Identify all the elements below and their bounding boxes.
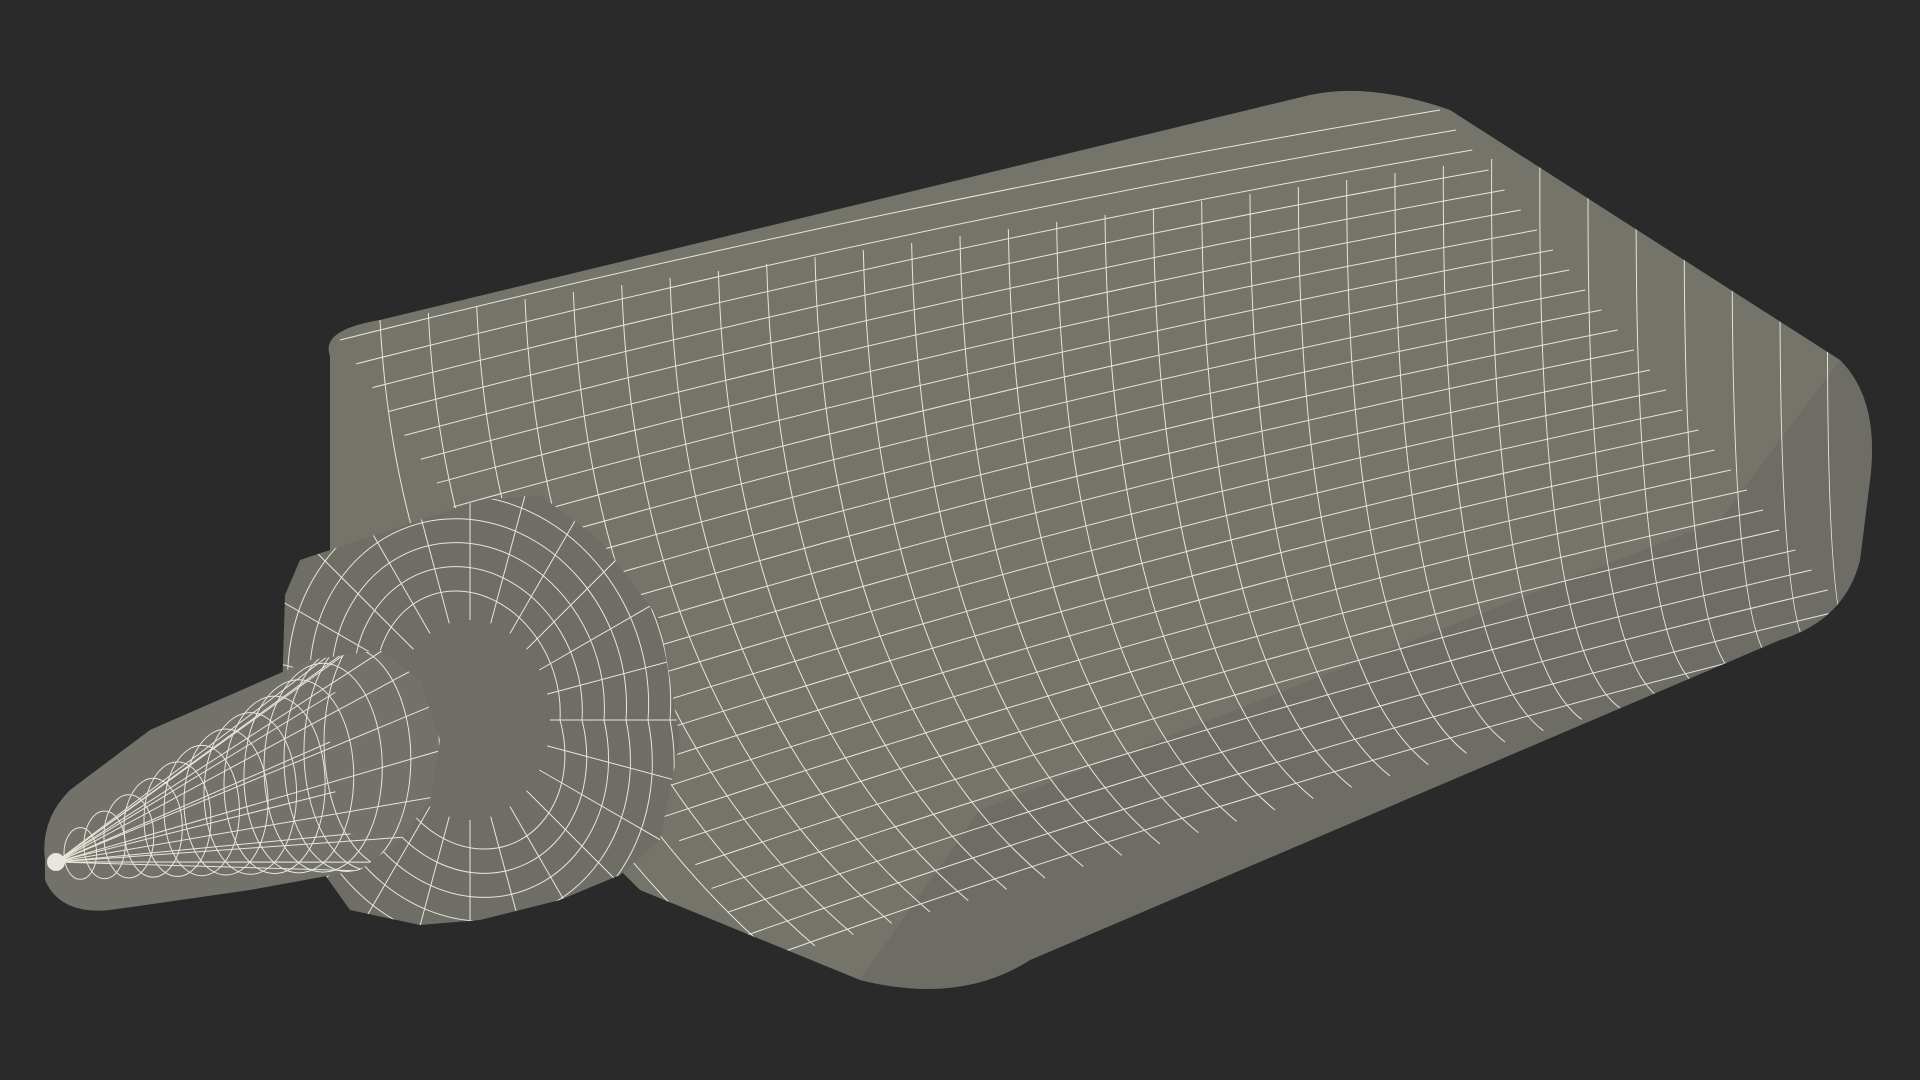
nozzle-tip: [47, 853, 65, 871]
wireframe-render: [44, 90, 1873, 989]
render-viewport: [0, 0, 1920, 1080]
